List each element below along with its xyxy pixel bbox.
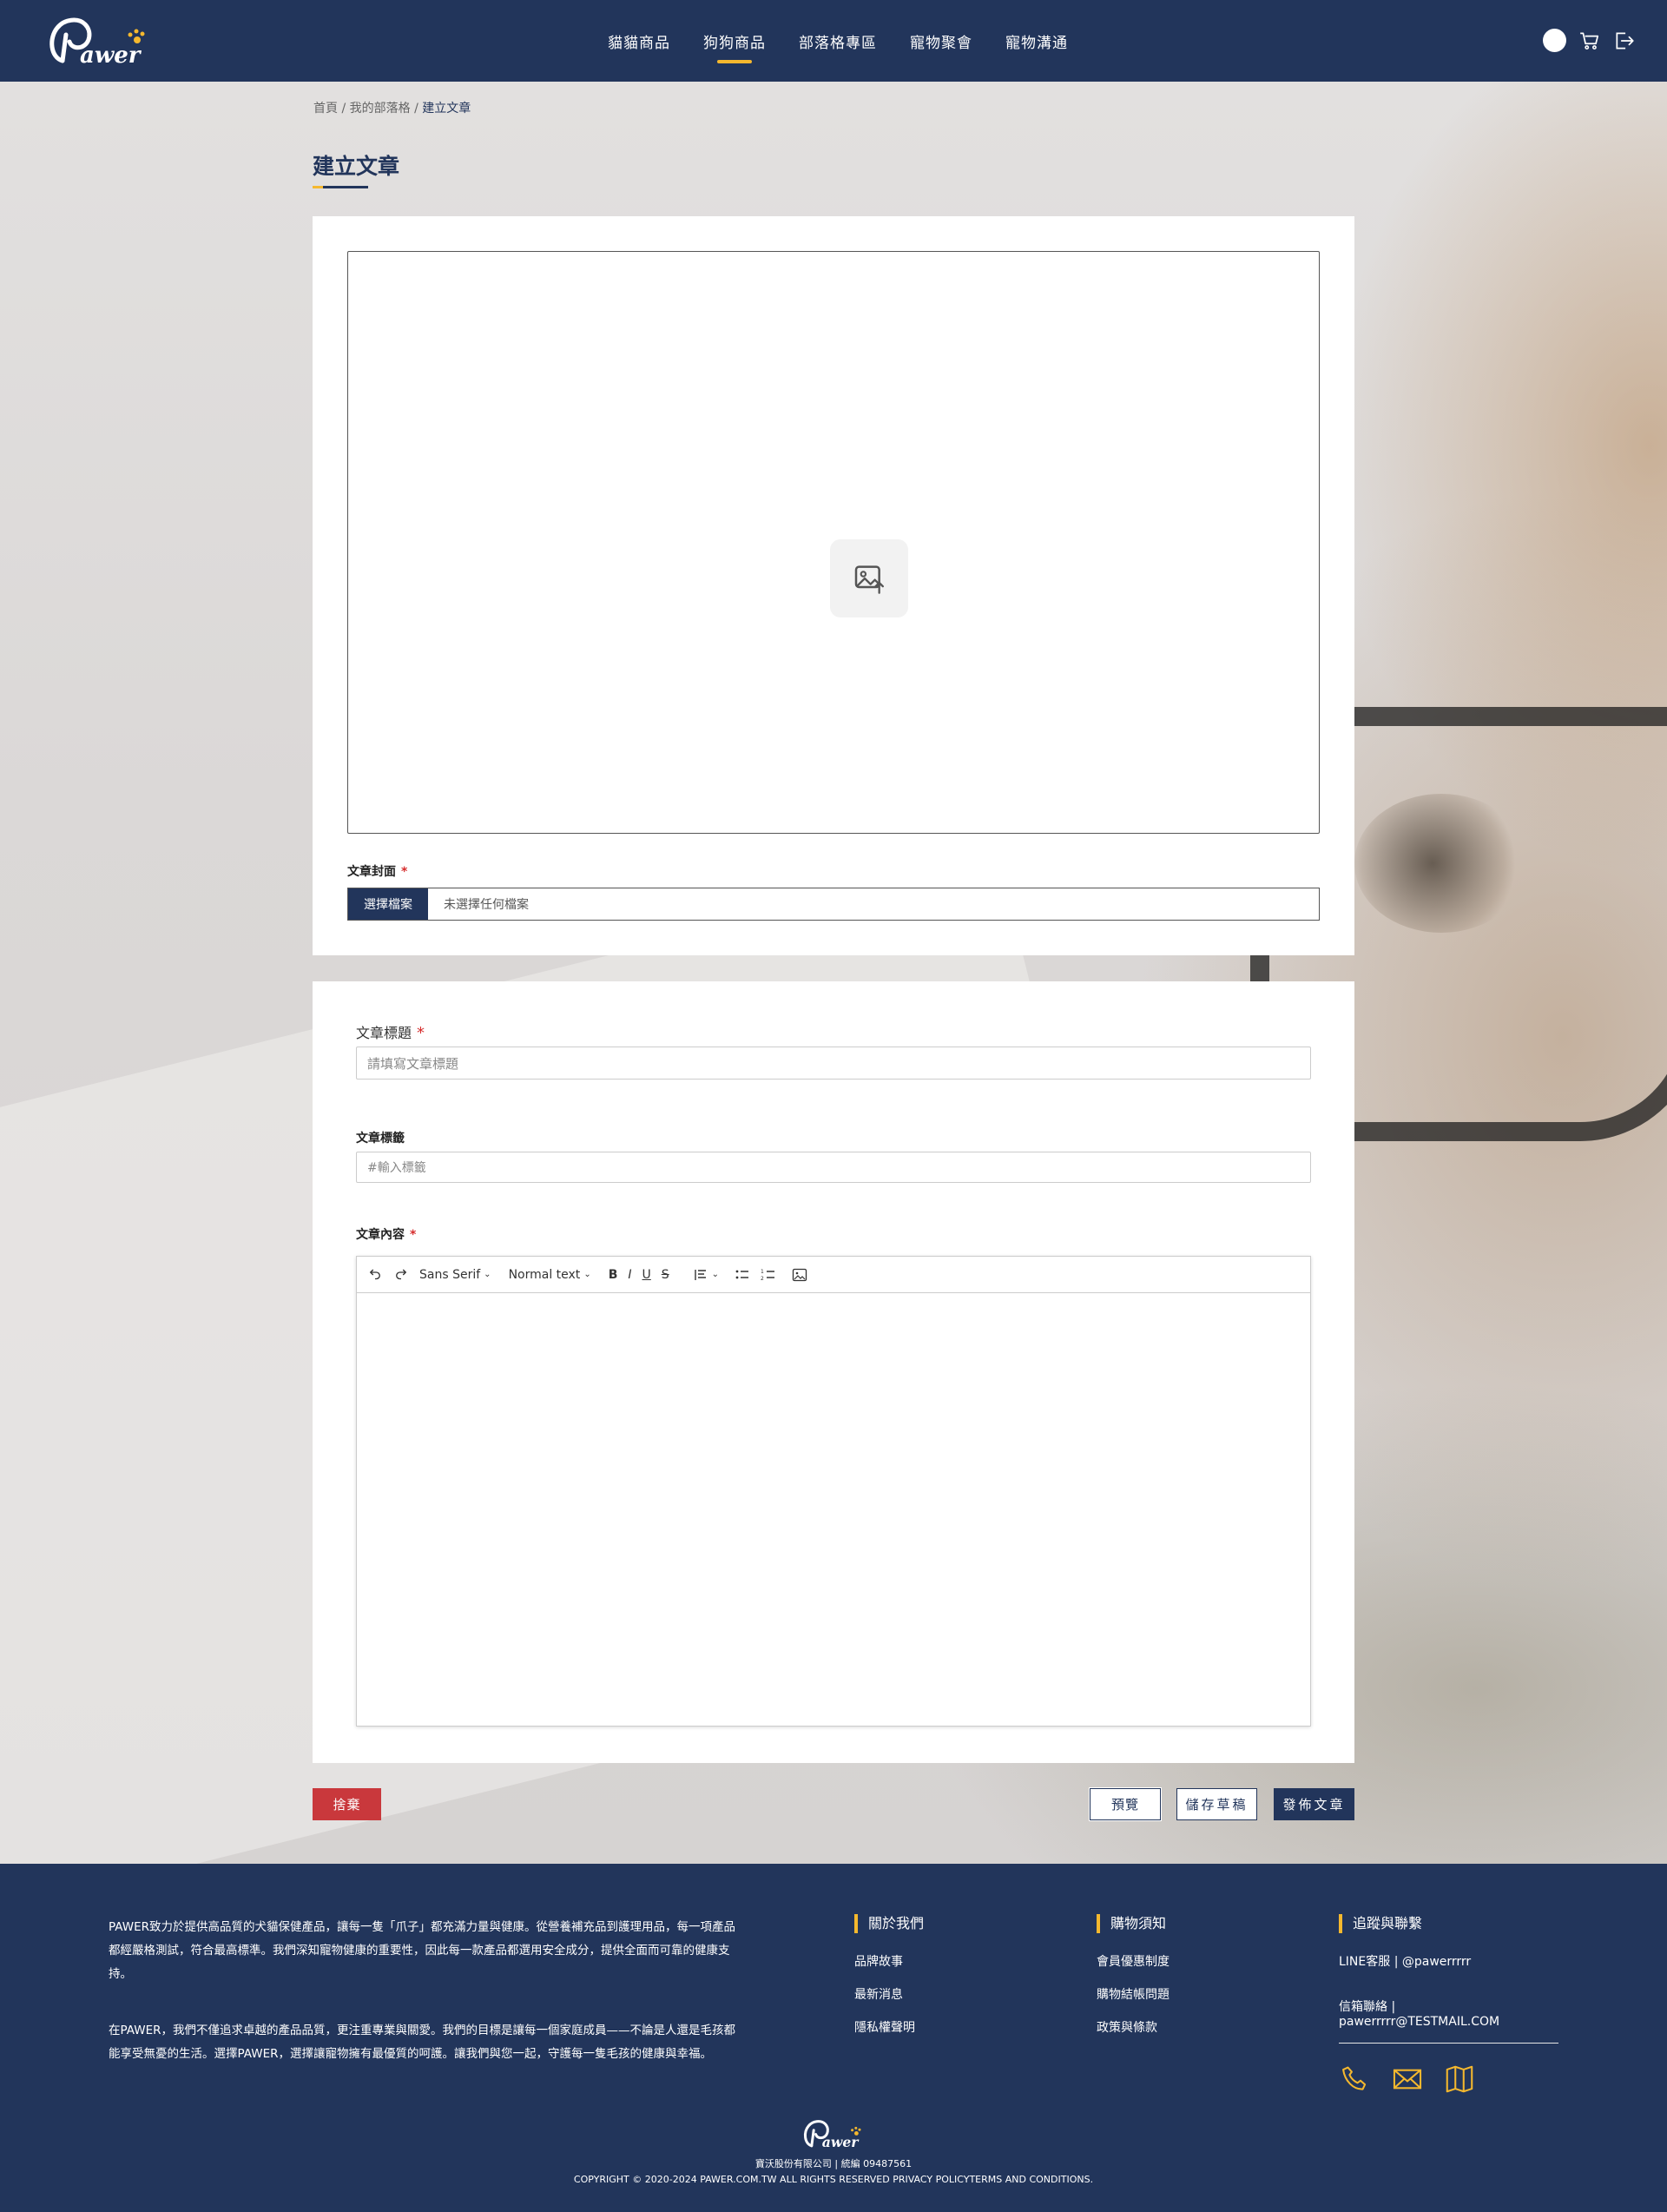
logout-icon[interactable] xyxy=(1613,30,1636,52)
image-icon[interactable] xyxy=(792,1268,807,1282)
editor-toolbar: Sans Serif ⌄ Normal text ⌄ B I U S ⌄ 12 xyxy=(357,1257,1310,1293)
page-title: 建立文章 xyxy=(313,154,400,179)
footer-col1-title: 關於我們 xyxy=(854,1914,924,1933)
line-contact[interactable]: LINE客服 | @pawerrrrr xyxy=(1339,1952,1558,1997)
chevron-down-icon: ⌄ xyxy=(711,1270,720,1279)
chevron-down-icon: ⌄ xyxy=(484,1270,491,1279)
bold-icon[interactable]: B xyxy=(609,1268,618,1282)
underline-icon[interactable]: U xyxy=(642,1268,651,1282)
footer-about: PAWER致力於提供高品質的犬貓保健產品，讓每一隻「爪子」都充滿力量與健康。從營… xyxy=(109,1916,742,2066)
nav-pet-meetup[interactable]: 寵物聚會 xyxy=(910,30,972,52)
nav-pet-communication[interactable]: 寵物溝通 xyxy=(1005,30,1068,52)
numbered-list-icon[interactable]: 12 xyxy=(761,1268,776,1282)
redo-icon[interactable] xyxy=(393,1267,409,1283)
footer-contact: 追蹤與聯繫 LINE客服 | @pawerrrrr 信箱聯絡 | pawerrr… xyxy=(1339,1914,1558,2096)
svg-text:1: 1 xyxy=(761,1269,764,1275)
footer-divider xyxy=(1339,2043,1558,2044)
align-icon[interactable]: ⌄ xyxy=(694,1268,719,1282)
footer-col2-title: 購物須知 xyxy=(1097,1914,1170,1933)
nav-blog[interactable]: 部落格專區 xyxy=(799,30,877,52)
background-dog-eye xyxy=(1354,794,1528,933)
footer-link-member[interactable]: 會員優惠制度 xyxy=(1097,1952,1170,1985)
cart-icon[interactable] xyxy=(1578,30,1601,52)
save-draft-button[interactable]: 儲存草稿 xyxy=(1176,1788,1257,1820)
company-info: 寶沃股份有限公司 | 統編 09487561 xyxy=(754,2158,913,2169)
title-input[interactable]: 請填寫文章標題 xyxy=(356,1047,1311,1080)
bullet-list-icon[interactable] xyxy=(735,1268,750,1282)
font-select[interactable]: Sans Serif ⌄ xyxy=(419,1268,491,1282)
title-label: 文章標題 * xyxy=(356,1024,425,1042)
breadcrumb: 首頁 / 我的部落格 / 建立文章 xyxy=(313,102,471,116)
rich-text-editor: Sans Serif ⌄ Normal text ⌄ B I U S ⌄ 12 xyxy=(356,1256,1311,1727)
user-avatar[interactable] xyxy=(1543,29,1566,52)
footer-about-us: 關於我們 品牌故事 最新消息 隱私權聲明 xyxy=(854,1914,924,2051)
footer-bottom: awer 寶沃股份有限公司 | 統編 09487561 COPYRIGHT © … xyxy=(0,2116,1667,2185)
footer-link-brand-story[interactable]: 品牌故事 xyxy=(854,1952,924,1985)
main-nav: 貓貓商品 狗狗商品 部落格專區 寵物聚會 寵物溝通 xyxy=(0,0,1667,82)
italic-icon[interactable]: I xyxy=(628,1268,631,1282)
publish-button[interactable]: 發佈文章 xyxy=(1274,1788,1354,1820)
chevron-down-icon: ⌄ xyxy=(583,1270,591,1279)
svg-text:2: 2 xyxy=(761,1276,764,1282)
breadcrumb-current: 建立文章 xyxy=(422,102,471,116)
article-form-card: 文章標題 * 請填寫文章標題 文章標籤 #輸入標籤 文章內容 * Sans Seri… xyxy=(313,981,1354,1763)
content-label: 文章內容 * xyxy=(356,1228,417,1242)
footer-link-news[interactable]: 最新消息 xyxy=(854,1985,924,2018)
nav-cat-products[interactable]: 貓貓商品 xyxy=(608,30,670,52)
site-footer: PAWER致力於提供高品質的犬貓保健產品，讓每一隻「爪子」都充滿力量與健康。從營… xyxy=(0,1864,1667,2212)
breadcrumb-home[interactable]: 首頁 xyxy=(313,102,338,116)
title-underline xyxy=(313,186,368,188)
tags-label: 文章標籤 xyxy=(356,1132,405,1146)
discard-button[interactable]: 捨棄 xyxy=(313,1788,381,1820)
footer-link-checkout[interactable]: 購物結帳問題 xyxy=(1097,1985,1170,2018)
phone-icon[interactable] xyxy=(1339,2063,1372,2096)
footer-contact-title: 追蹤與聯繫 xyxy=(1339,1914,1558,1933)
image-upload-icon[interactable] xyxy=(830,539,908,617)
about-paragraph-2: 在PAWER，我們不僅追求卓越的產品品質，更注重專業與關愛。我們的目標是讓每一個… xyxy=(109,2024,736,2061)
nav-dog-products[interactable]: 狗狗商品 xyxy=(703,30,766,63)
strikethrough-icon[interactable]: S xyxy=(662,1268,669,1282)
header-actions xyxy=(1543,29,1636,52)
undo-icon[interactable] xyxy=(367,1267,383,1283)
site-header: awer 貓貓商品 狗狗商品 部落格專區 寵物聚會 寵物溝通 xyxy=(0,0,1667,82)
style-select[interactable]: Normal text ⌄ xyxy=(509,1268,591,1282)
footer-logo: awer xyxy=(803,2120,861,2150)
svg-text:awer: awer xyxy=(822,2134,860,2150)
editor-content-area[interactable] xyxy=(357,1293,1310,1726)
cover-label: 文章封面 * xyxy=(347,865,408,879)
file-status: 未選擇任何檔案 xyxy=(444,898,529,912)
cover-card: 文章封面 * 選擇檔案 未選擇任何檔案 xyxy=(313,216,1354,955)
mail-icon[interactable] xyxy=(1391,2063,1424,2096)
tags-input[interactable]: #輸入標籤 xyxy=(356,1152,1311,1183)
choose-file-button[interactable]: 選擇檔案 xyxy=(348,888,428,920)
preview-button[interactable]: 預覽 xyxy=(1089,1787,1162,1821)
footer-link-policy[interactable]: 政策與條款 xyxy=(1097,2018,1170,2051)
cover-file-input[interactable]: 選擇檔案 未選擇任何檔案 xyxy=(347,888,1320,921)
email-contact[interactable]: 信箱聯絡 | pawerrrrr@TESTMAIL.COM xyxy=(1339,1997,1558,2043)
about-paragraph-1: PAWER致力於提供高品質的犬貓保健產品，讓每一隻「爪子」都充滿力量與健康。從營… xyxy=(109,1920,736,1981)
map-icon[interactable] xyxy=(1443,2063,1476,2096)
footer-shopping: 購物須知 會員優惠制度 購物結帳問題 政策與條款 xyxy=(1097,1914,1170,2051)
breadcrumb-blog[interactable]: 我的部落格 xyxy=(350,102,411,116)
footer-icons xyxy=(1339,2063,1558,2096)
cover-upload-area[interactable] xyxy=(347,251,1320,834)
copyright: COPYRIGHT © 2020-2024 PAWER.COM.TW ALL R… xyxy=(573,2174,1094,2185)
footer-link-privacy[interactable]: 隱私權聲明 xyxy=(854,2018,924,2051)
